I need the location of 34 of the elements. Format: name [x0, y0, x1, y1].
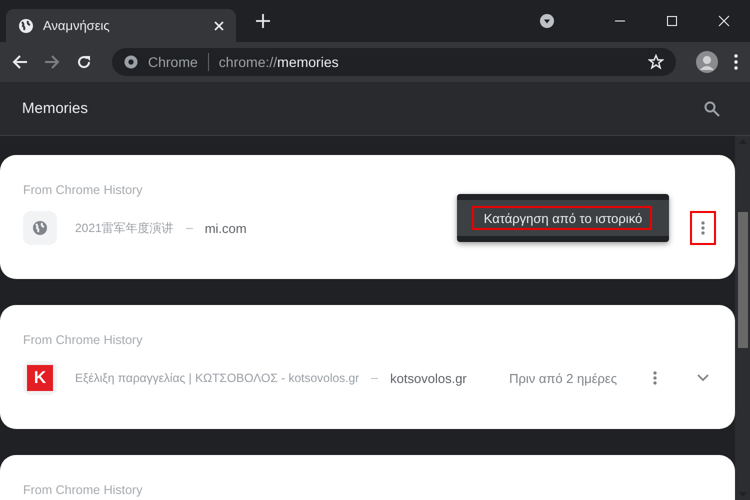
- forward-arrow-icon[interactable]: [44, 54, 60, 70]
- close-icon[interactable]: [718, 15, 730, 27]
- card-source: From Chrome History: [23, 183, 142, 197]
- avatar-icon[interactable]: [696, 51, 718, 73]
- chevron-down-icon[interactable]: [697, 374, 709, 382]
- close-icon[interactable]: [214, 20, 224, 30]
- star-icon[interactable]: [648, 54, 664, 70]
- domain-text: kotsovolos.gr: [390, 370, 467, 386]
- remove-from-history-item[interactable]: Κατάργηση από το ιστορικό: [480, 208, 646, 228]
- address-bar[interactable]: Chrome chrome://memories: [112, 48, 676, 76]
- card-source: From Chrome History: [23, 483, 142, 497]
- maximize-icon[interactable]: [666, 15, 678, 27]
- site-label: Chrome: [148, 54, 198, 70]
- tab-search-icon[interactable]: [540, 14, 554, 28]
- more-icon: [653, 371, 657, 385]
- more-icon: [701, 221, 705, 235]
- search-icon[interactable]: [704, 100, 720, 116]
- back-arrow-icon[interactable]: [12, 54, 28, 70]
- tab-title: Αναμνήσεις: [43, 18, 111, 33]
- plus-icon[interactable]: [256, 14, 270, 28]
- browser-tab[interactable]: Αναμνήσεις: [6, 9, 236, 42]
- globe-icon: [32, 220, 48, 236]
- globe-icon: [18, 18, 34, 34]
- page-title: Memories: [22, 100, 88, 117]
- url-text: chrome://memories: [218, 54, 339, 70]
- visit-time: Πριν από 2 ημέρες: [509, 370, 617, 386]
- reload-icon[interactable]: [76, 54, 92, 70]
- site-logo: K: [27, 365, 53, 391]
- scrollbar[interactable]: [735, 136, 750, 500]
- domain-text: mi.com: [204, 220, 247, 236]
- card-source: From Chrome History: [23, 333, 142, 347]
- chrome-logo-icon: [124, 55, 138, 69]
- scrollbar-thumb[interactable]: [738, 212, 748, 348]
- menu-icon[interactable]: [734, 54, 738, 70]
